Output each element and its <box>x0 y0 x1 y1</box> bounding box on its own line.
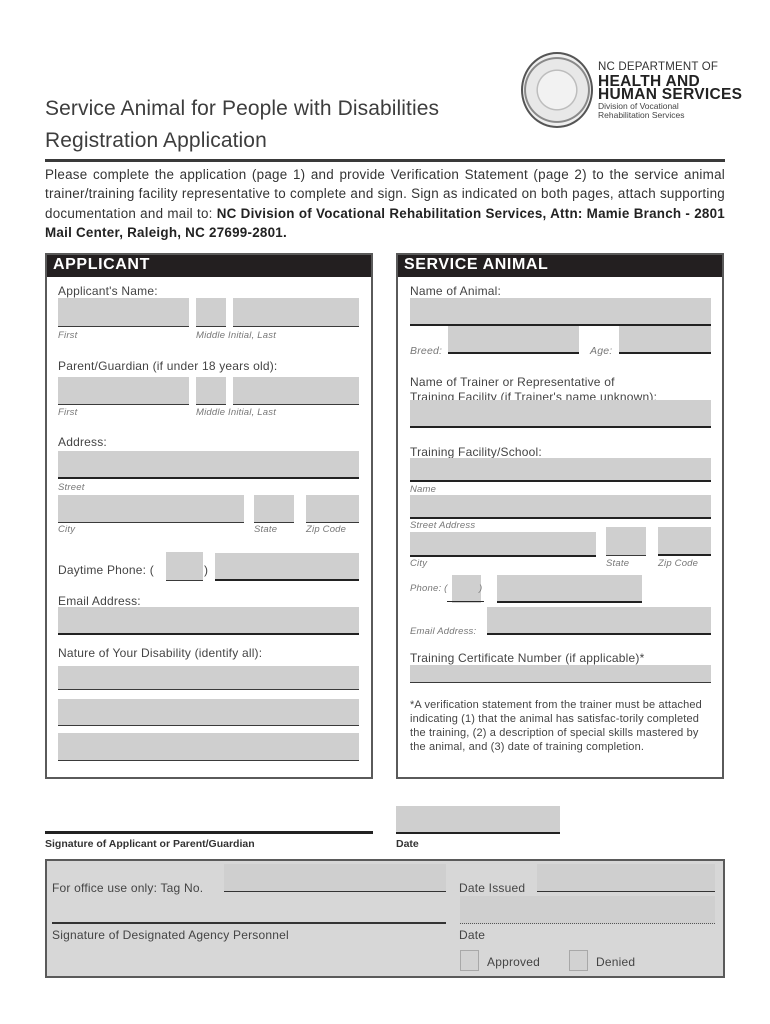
daytime-phone-input[interactable] <box>215 553 359 581</box>
trainer-label-line2: Training Facility (if Trainer's name unk… <box>410 390 658 400</box>
facility-city-sublabel: City <box>410 558 428 569</box>
applicant-last-name-input[interactable] <box>233 298 359 327</box>
applicant-middle-initial-input[interactable] <box>196 298 226 327</box>
state-sublabel: State <box>254 524 278 535</box>
guardian-label: Parent/Guardian (if under 18 years old): <box>58 359 278 373</box>
facility-state-sublabel: State <box>606 558 630 569</box>
age-input[interactable] <box>619 326 711 354</box>
office-date-input[interactable] <box>460 896 715 924</box>
animal-name-label: Name of Animal: <box>410 284 502 298</box>
service-animal-heading: SERVICE ANIMAL <box>398 255 722 277</box>
applicant-signature-line[interactable] <box>45 831 373 834</box>
form-title-line1: Service Animal for People with Disabilit… <box>45 97 440 120</box>
breed-input[interactable] <box>448 326 579 354</box>
applicant-name-label: Applicant's Name: <box>58 284 158 298</box>
header-divider <box>45 159 725 162</box>
certificate-label: Training Certificate Number (if applicab… <box>410 651 645 665</box>
facility-name-sublabel: Name <box>410 484 437 495</box>
email-input[interactable] <box>58 607 359 635</box>
denied-label: Denied <box>596 955 636 969</box>
approved-checkbox[interactable] <box>460 950 479 971</box>
area-code-input[interactable] <box>166 552 203 581</box>
facility-city-input[interactable] <box>410 532 596 557</box>
tag-number-input[interactable] <box>224 864 446 892</box>
personnel-signature-line[interactable] <box>52 922 446 924</box>
zip-input[interactable] <box>306 495 359 523</box>
applicant-first-name-input[interactable] <box>58 298 189 327</box>
date-issued-input[interactable] <box>537 864 715 892</box>
guardian-middle-initial-input[interactable] <box>196 377 226 405</box>
dept-line3: HUMAN SERVICES <box>598 86 743 103</box>
signature-date-input[interactable] <box>396 806 560 834</box>
city-input[interactable] <box>58 495 244 523</box>
disability-input-1[interactable] <box>58 666 359 690</box>
tag-number-label: For office use only: Tag No. <box>52 881 204 895</box>
breed-label: Breed: <box>410 345 443 357</box>
facility-state-input[interactable] <box>606 527 646 556</box>
form-title-line2: Registration Application <box>45 129 267 152</box>
facility-phone-paren-close: ) <box>479 583 483 594</box>
facility-phone-input[interactable] <box>497 575 642 603</box>
approved-label: Approved <box>487 955 540 969</box>
denied-checkbox[interactable] <box>569 950 588 971</box>
city-sublabel: City <box>58 524 76 535</box>
office-date-label: Date <box>459 928 486 942</box>
phone-paren-close: ) <box>204 563 209 577</box>
guardian-first-sublabel: First <box>58 407 78 418</box>
facility-area-code-input[interactable] <box>452 575 481 603</box>
facility-zip-input[interactable] <box>658 527 711 556</box>
disability-input-2[interactable] <box>58 699 359 726</box>
facility-email-input[interactable] <box>487 607 711 635</box>
signature-date-label: Date <box>396 838 419 850</box>
guardian-middle-last-sublabel: Middle Initial, Last <box>196 407 277 418</box>
email-label: Email Address: <box>58 594 141 608</box>
facility-label: Training Facility/School: <box>410 445 542 459</box>
disability-input-3[interactable] <box>58 733 359 761</box>
date-issued-label: Date Issued <box>459 881 526 895</box>
guardian-first-name-input[interactable] <box>58 377 189 405</box>
facility-phone-label: Phone: ( <box>410 583 448 594</box>
verification-footnote: *A verification statement from the train… <box>410 699 702 753</box>
facility-email-label: Email Address: <box>410 626 477 637</box>
facility-street-input[interactable] <box>410 495 711 519</box>
division-line2: Rehabilitation Services <box>598 110 685 120</box>
trainer-name-input[interactable] <box>410 400 711 428</box>
dept-line1: NC DEPARTMENT OF <box>598 61 719 73</box>
intro-paragraph: Please complete the application (page 1)… <box>45 165 725 243</box>
nc-state-seal-icon <box>521 52 593 128</box>
applicant-heading: APPLICANT <box>47 255 371 277</box>
address-label: Address: <box>58 435 107 449</box>
facility-name-input[interactable] <box>410 458 711 482</box>
applicant-signature-label: Signature of Applicant or Parent/Guardia… <box>45 838 255 850</box>
animal-name-input[interactable] <box>410 298 711 326</box>
street-sublabel: Street <box>58 482 85 493</box>
applicant-middle-last-sublabel: Middle Initial, Last <box>196 330 277 341</box>
disability-label: Nature of Your Disability (identify all)… <box>58 646 263 660</box>
trainer-label-line1: Name of Trainer or Representative of <box>410 375 615 389</box>
facility-zip-sublabel: Zip Code <box>658 558 699 569</box>
street-input[interactable] <box>58 451 359 479</box>
certificate-number-input[interactable] <box>410 665 711 683</box>
zip-sublabel: Zip Code <box>306 524 347 535</box>
state-input[interactable] <box>254 495 294 523</box>
personnel-signature-label: Signature of Designated Agency Personnel <box>52 928 289 942</box>
age-label: Age: <box>590 345 613 357</box>
applicant-first-sublabel: First <box>58 330 78 341</box>
area-code-underline <box>447 601 484 602</box>
facility-street-sublabel: Street Address <box>410 520 476 531</box>
daytime-phone-label: Daytime Phone: ( <box>58 563 154 577</box>
guardian-last-name-input[interactable] <box>233 377 359 405</box>
